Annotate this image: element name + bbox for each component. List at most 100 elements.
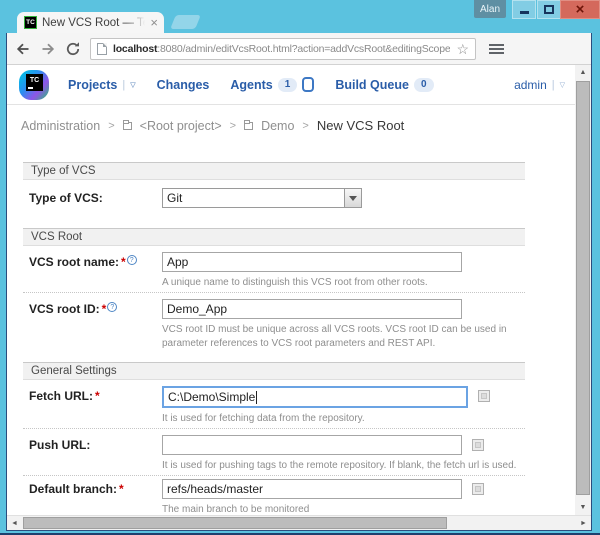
browser-tab[interactable]: TC New VCS Root — TeamCit × — [17, 12, 164, 33]
main-nav: Projects | ▽ Changes Agents 1 Build Queu… — [68, 77, 565, 92]
forward-button[interactable] — [40, 41, 56, 57]
build-queue-count-badge: 0 — [413, 77, 434, 92]
nav-changes[interactable]: Changes — [157, 78, 210, 92]
type-of-vcs-value: Git — [167, 191, 183, 205]
scroll-left-icon[interactable]: ◄ — [7, 516, 22, 530]
teamcity-logo[interactable]: TC — [19, 69, 49, 100]
teamcity-favicon-icon: TC — [24, 16, 37, 29]
breadcrumb-separator: > — [108, 119, 115, 132]
teamcity-logo-tc: TC — [26, 73, 43, 91]
minimize-button[interactable] — [512, 0, 536, 19]
help-icon[interactable]: ? — [126, 255, 137, 265]
breadcrumb-root-project[interactable]: <Root project> — [140, 119, 222, 133]
field-expand-button[interactable] — [472, 439, 484, 451]
fetch-url-input[interactable]: C:\Demo\Simple — [162, 386, 468, 408]
vertical-scrollbar-thumb[interactable] — [576, 81, 590, 495]
type-of-vcs-select[interactable]: Git — [162, 188, 362, 208]
forward-icon — [42, 43, 55, 54]
type-of-vcs-row: Type of VCS: Git — [23, 180, 525, 218]
nav-projects[interactable]: Projects | ▽ — [68, 78, 136, 92]
required-asterisk: * — [121, 255, 126, 269]
nav-changes-label: Changes — [156, 77, 210, 92]
reload-button[interactable] — [65, 41, 81, 57]
nav-agents[interactable]: Agents 1 — [230, 77, 315, 92]
page-title: New VCS Root — [316, 118, 405, 133]
agent-status-icon — [302, 77, 315, 92]
vcs-root-id-row: VCS root ID: *? Demo_App VCS root ID must… — [23, 292, 525, 353]
close-button[interactable]: × — [560, 0, 600, 19]
vcs-root-name-input[interactable]: App — [162, 252, 462, 272]
breadcrumb-separator: > — [302, 119, 309, 132]
user-name: admin — [514, 77, 547, 92]
vcs-root-form: Type of VCS Type of VCS: Git VCS Root VC… — [23, 162, 525, 519]
required-asterisk: * — [101, 302, 107, 316]
push-url-row: Push URL: It is used for pushing tags to… — [23, 428, 525, 475]
vcs-root-name-row: VCS root name: *? App A unique name to di… — [23, 246, 525, 292]
type-of-vcs-label: Type of VCS: — [29, 191, 103, 205]
push-url-hint: It is used for pushing tags to the remot… — [162, 460, 517, 471]
teamcity-header: TC Projects | ▽ Changes Agents 1 Build Q… — [7, 65, 591, 105]
menu-icon[interactable] — [489, 43, 504, 54]
horizontal-scrollbar[interactable]: ◄ ► — [7, 515, 591, 530]
url-host: localhost — [113, 42, 158, 55]
push-url-label: Push URL: — [29, 438, 91, 452]
tab-title: New VCS Root — TeamCit — [42, 16, 145, 29]
nav-agents-label: Agents — [230, 77, 273, 92]
chevron-down-icon[interactable]: ▽ — [560, 81, 565, 89]
profile-badge[interactable]: Alan — [474, 0, 506, 18]
vcs-root-id-input[interactable]: Demo_App — [162, 299, 462, 319]
vertical-scrollbar[interactable]: ▲ ▼ — [575, 65, 591, 515]
scroll-down-icon[interactable]: ▼ — [575, 500, 591, 515]
url-path: :8080/admin/editVcsRoot.html?action=addV… — [157, 42, 451, 55]
reload-icon — [66, 41, 80, 55]
browser-client-area: localhost:8080/admin/editVcsRoot.html?ac… — [6, 33, 592, 531]
close-icon: × — [575, 1, 585, 18]
nav-build-queue-label: Build Queue — [335, 77, 409, 92]
tab-close-icon[interactable]: × — [150, 16, 158, 29]
help-icon[interactable]: ? — [107, 302, 118, 312]
back-button[interactable] — [15, 41, 31, 57]
bookmark-star-icon[interactable]: ☆ — [456, 42, 469, 56]
maximize-icon — [544, 5, 554, 14]
back-icon — [16, 43, 29, 54]
url-bar[interactable]: localhost:8080/admin/editVcsRoot.html?ac… — [90, 37, 476, 60]
user-menu[interactable]: admin | ▽ — [514, 78, 565, 92]
fetch-url-row: Fetch URL: * C:\Demo\Simple It is used fo… — [23, 380, 525, 428]
vcs-root-name-hint: A unique name to distinguish this VCS ro… — [162, 277, 428, 288]
maximize-button[interactable] — [537, 0, 561, 19]
url-text: localhost:8080/admin/editVcsRoot.html?ac… — [113, 43, 450, 55]
horizontal-scrollbar-thumb[interactable] — [23, 517, 447, 529]
field-expand-button[interactable] — [478, 390, 490, 402]
user-separator: | — [551, 78, 555, 91]
browser-window: Alan × TC New VCS Root — TeamCit × local… — [0, 0, 600, 535]
required-asterisk: * — [95, 389, 100, 403]
field-expand-button[interactable] — [472, 483, 484, 495]
breadcrumb-demo[interactable]: Demo — [261, 119, 294, 133]
breadcrumb-separator: > — [229, 119, 237, 132]
scroll-up-icon[interactable]: ▲ — [575, 65, 591, 80]
new-tab-button[interactable] — [170, 15, 201, 29]
text-caret — [256, 390, 258, 404]
minimize-icon — [519, 11, 529, 14]
breadcrumb-administration[interactable]: Administration — [21, 119, 100, 133]
select-dropdown-button[interactable] — [344, 189, 361, 207]
default-branch-label: Default branch: * — [29, 482, 124, 496]
section-header-vcs-root: VCS Root — [23, 228, 525, 246]
nav-build-queue[interactable]: Build Queue 0 — [335, 77, 434, 92]
default-branch-row: Default branch: * refs/heads/master The m… — [23, 475, 525, 519]
chevron-down-icon[interactable]: ▽ — [130, 81, 135, 89]
dropdown-arrow-icon — [349, 195, 357, 205]
nav-separator: | — [122, 78, 126, 91]
vcs-root-id-hint-line1: VCS root ID must be unique across all VC… — [162, 324, 507, 335]
default-branch-input[interactable]: refs/heads/master — [162, 479, 462, 499]
page-icon — [97, 42, 107, 55]
push-url-input[interactable] — [162, 435, 462, 455]
scroll-right-icon[interactable]: ► — [576, 516, 591, 530]
section-header-type-of-vcs: Type of VCS — [23, 162, 525, 180]
nav-projects-label: Projects — [68, 77, 118, 92]
project-icon — [244, 120, 254, 130]
required-asterisk: * — [119, 482, 124, 496]
page-viewport: TC Projects | ▽ Changes Agents 1 Build Q… — [7, 65, 591, 530]
vcs-root-id-label: VCS root ID: *? — [23, 299, 162, 351]
fetch-url-hint: It is used for fetching data from the re… — [162, 413, 365, 424]
